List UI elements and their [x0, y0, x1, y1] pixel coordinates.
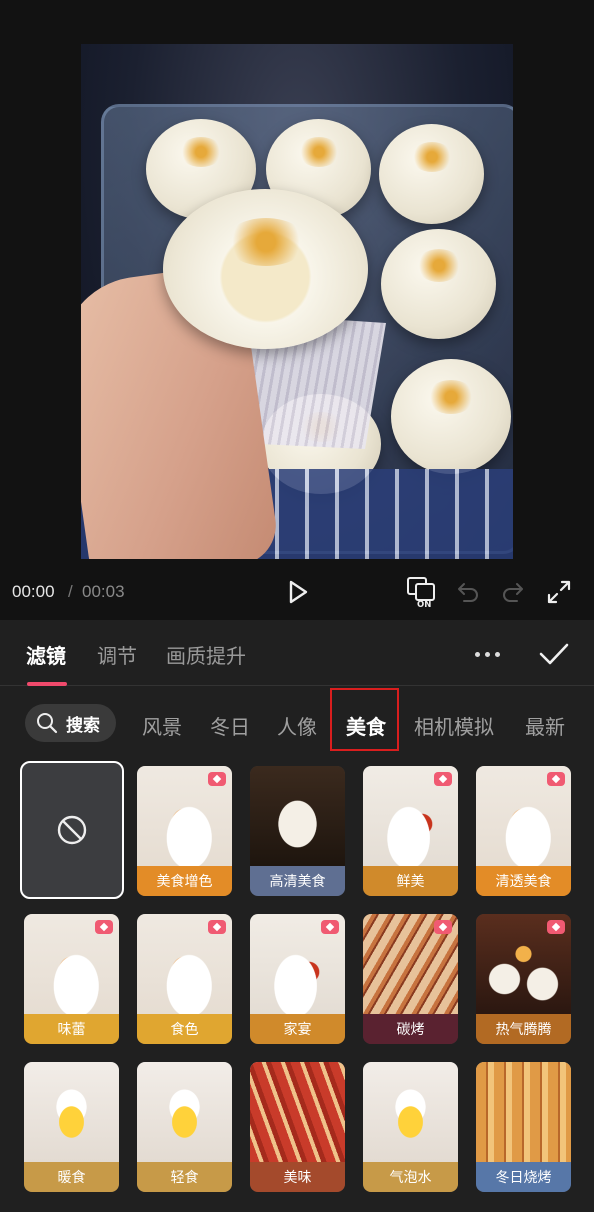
filter-thumbnail [24, 1062, 119, 1162]
filter-label: 热气腾腾 [476, 1014, 571, 1044]
filter-card[interactable]: 暖食 [24, 1062, 119, 1192]
filter-thumbnail [137, 1062, 232, 1162]
search-button[interactable]: 搜索 [25, 704, 116, 742]
filter-label: 味蕾 [24, 1014, 119, 1044]
filter-card[interactable]: 味蕾 [24, 914, 119, 1044]
premium-gem-icon [434, 772, 452, 786]
filter-thumbnail [363, 1062, 458, 1162]
fullscreen-button[interactable] [543, 574, 575, 610]
filter-card[interactable]: 轻食 [137, 1062, 232, 1192]
filter-card[interactable]: 气泡水 [363, 1062, 458, 1192]
filter-label: 冬日烧烤 [476, 1162, 571, 1192]
video-preview-area [0, 0, 594, 620]
filter-label: 美食增色 [137, 866, 232, 896]
playback-bar: 00:00 / 00:03 ON [0, 570, 594, 614]
premium-gem-icon [434, 920, 452, 934]
filter-card[interactable]: 高清美食 [250, 766, 345, 896]
food-item [381, 229, 496, 339]
compare-original-toggle[interactable]: ON [404, 574, 440, 610]
filter-card[interactable]: 冬日烧烤 [476, 1062, 571, 1192]
filter-card[interactable]: 食色 [137, 914, 232, 1044]
no-filter-icon [57, 815, 87, 845]
filter-label: 家宴 [250, 1014, 345, 1044]
fullscreen-icon [547, 580, 571, 604]
more-dot-icon [484, 651, 490, 657]
food-item [379, 124, 484, 224]
filter-card[interactable]: 鲜美 [363, 766, 458, 896]
redo-icon [503, 583, 523, 602]
toggle-on-label: ON [417, 600, 431, 609]
filter-card[interactable]: 热气腾腾 [476, 914, 571, 1044]
search-icon [37, 713, 58, 734]
premium-gem-icon [547, 772, 565, 786]
tab-quality-enhance[interactable]: 画质提升 [166, 640, 246, 669]
filter-card[interactable]: 碳烤 [363, 914, 458, 1044]
filter-card[interactable]: 清透美食 [476, 766, 571, 896]
category-portrait[interactable]: 人像 [277, 711, 317, 740]
panel-tabs: 滤镜 调节 画质提升 [0, 620, 594, 686]
more-dot-icon [494, 651, 500, 657]
filter-thumbnail [250, 766, 345, 866]
food-item-bitten [163, 189, 368, 349]
category-latest[interactable]: 最新 [525, 711, 565, 740]
confirm-button[interactable] [536, 636, 572, 672]
video-frame[interactable] [81, 44, 513, 559]
selected-category-highlight [330, 688, 399, 751]
premium-gem-icon [95, 920, 113, 934]
tab-filter[interactable]: 滤镜 [26, 640, 66, 669]
undo-button[interactable] [452, 574, 484, 610]
filter-category-bar: 搜索 风景 冬日 人像 美食 相机模拟 最新 [0, 686, 594, 758]
checkmark-icon [539, 643, 569, 665]
more-dot-icon [474, 651, 480, 657]
filter-card[interactable]: 家宴 [250, 914, 345, 1044]
premium-gem-icon [208, 772, 226, 786]
filter-grid: 美食增色 高清美食 鲜美 清透美食 味蕾 食色 家宴 碳烤 热气腾腾 暖食 轻食… [0, 758, 594, 1212]
filter-label: 美味 [250, 1162, 345, 1192]
search-label: 搜索 [66, 715, 100, 736]
filter-thumbnail [476, 1062, 571, 1162]
play-icon [289, 580, 308, 604]
filter-panel: 滤镜 调节 画质提升 搜索 风景 冬日 人像 美食 相机模拟 最新 美食增色 高… [0, 620, 594, 1212]
filter-label: 碳烤 [363, 1014, 458, 1044]
redo-button[interactable] [497, 574, 529, 610]
filter-card[interactable]: 美味 [250, 1062, 345, 1192]
food-item [391, 359, 511, 474]
filter-thumbnail [250, 1062, 345, 1162]
filter-label: 鲜美 [363, 866, 458, 896]
current-time: 00:00 [12, 582, 55, 601]
filter-label: 气泡水 [363, 1162, 458, 1192]
tab-adjust[interactable]: 调节 [97, 640, 137, 669]
no-filter-button[interactable] [20, 761, 124, 899]
filter-card[interactable]: 美食增色 [137, 766, 232, 896]
filter-label: 高清美食 [250, 866, 345, 896]
category-winter[interactable]: 冬日 [210, 711, 250, 740]
filter-label: 清透美食 [476, 866, 571, 896]
compare-icon: ON [407, 577, 435, 609]
time-separator: / [68, 582, 73, 601]
category-scenery[interactable]: 风景 [142, 711, 182, 740]
premium-gem-icon [321, 920, 339, 934]
category-camera-sim[interactable]: 相机模拟 [414, 711, 494, 740]
more-options-button[interactable] [470, 642, 504, 666]
filter-label: 食色 [137, 1014, 232, 1044]
total-time: 00:03 [82, 582, 125, 601]
premium-gem-icon [547, 920, 565, 934]
undo-icon [458, 583, 478, 602]
premium-gem-icon [208, 920, 226, 934]
play-button[interactable] [282, 574, 314, 610]
filter-label: 暖食 [24, 1162, 119, 1192]
filter-label: 轻食 [137, 1162, 232, 1192]
